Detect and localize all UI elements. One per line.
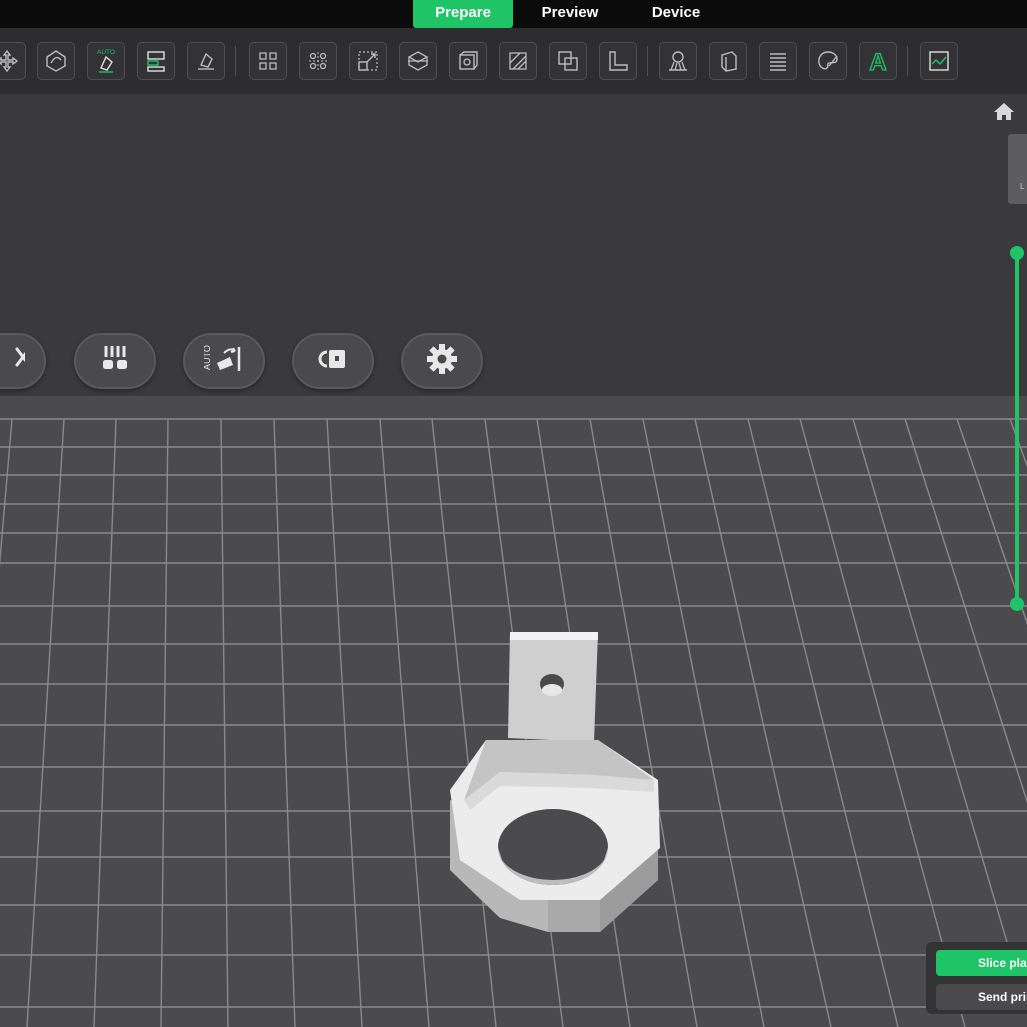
variable-layer-height-icon[interactable]	[499, 42, 537, 80]
seam-painting-icon[interactable]	[709, 42, 747, 80]
toolbar-divider	[907, 46, 908, 76]
text-tool-glyph: A	[869, 49, 886, 74]
main-toolbar: AUTO A	[0, 28, 1027, 94]
slice-plate-button[interactable]: Slice plate	[936, 950, 1027, 976]
clear-plate-icon	[0, 339, 31, 384]
home-icon[interactable]	[990, 100, 1018, 124]
side-panel-tab[interactable]: L	[1008, 134, 1027, 204]
boolean-icon[interactable]	[549, 42, 587, 80]
slicer-app: Prepare Preview Device AUTO A AUTO L Sli…	[0, 0, 1027, 1027]
rotate-icon[interactable]	[37, 42, 75, 80]
layer-slider-track[interactable]	[1015, 253, 1019, 604]
lay-on-face-icon[interactable]	[187, 42, 225, 80]
tab-preview[interactable]: Preview	[530, 0, 610, 28]
top-tab-bar: Prepare Preview Device	[0, 0, 1027, 28]
support-painting-icon[interactable]	[659, 42, 697, 80]
move-icon[interactable]	[0, 42, 26, 80]
auto-arrange-button[interactable]: AUTO	[183, 333, 265, 389]
cut-icon[interactable]	[399, 42, 437, 80]
filament-settings-icon	[95, 339, 135, 384]
auto-arrange-badge: AUTO	[204, 345, 212, 370]
auto-arrange-icon: AUTO	[202, 339, 244, 384]
toolbar-divider	[647, 46, 648, 76]
arrange-icon[interactable]	[137, 42, 175, 80]
build-plate[interactable]	[0, 396, 1027, 1027]
tab-prepare[interactable]: Prepare	[413, 0, 513, 28]
toolbar-divider	[235, 46, 236, 76]
lock-plate-icon	[313, 339, 353, 384]
hollow-icon[interactable]	[449, 42, 487, 80]
side-tab-label: L	[1020, 182, 1025, 191]
split-to-parts-icon[interactable]	[299, 42, 337, 80]
lock-plate-button[interactable]	[292, 333, 374, 389]
measure-icon[interactable]	[599, 42, 637, 80]
send-print-button[interactable]: Send print	[936, 984, 1027, 1010]
color-painting-icon[interactable]	[809, 42, 847, 80]
auto-badge: AUTO	[97, 49, 115, 56]
filament-settings-button[interactable]	[74, 333, 156, 389]
assembly-icon[interactable]	[920, 42, 958, 80]
scale-icon[interactable]	[349, 42, 387, 80]
split-to-objects-icon[interactable]	[249, 42, 287, 80]
plate-settings-button[interactable]	[401, 333, 483, 389]
fuzzy-skin-icon[interactable]	[759, 42, 797, 80]
auto-orient-icon[interactable]: AUTO	[87, 42, 125, 80]
layer-slider-top-handle[interactable]	[1010, 246, 1024, 260]
text-icon[interactable]: A	[859, 42, 897, 80]
plate-settings-icon	[422, 339, 462, 384]
tab-device[interactable]: Device	[636, 0, 716, 28]
layer-slider-bottom-handle[interactable]	[1010, 597, 1024, 611]
